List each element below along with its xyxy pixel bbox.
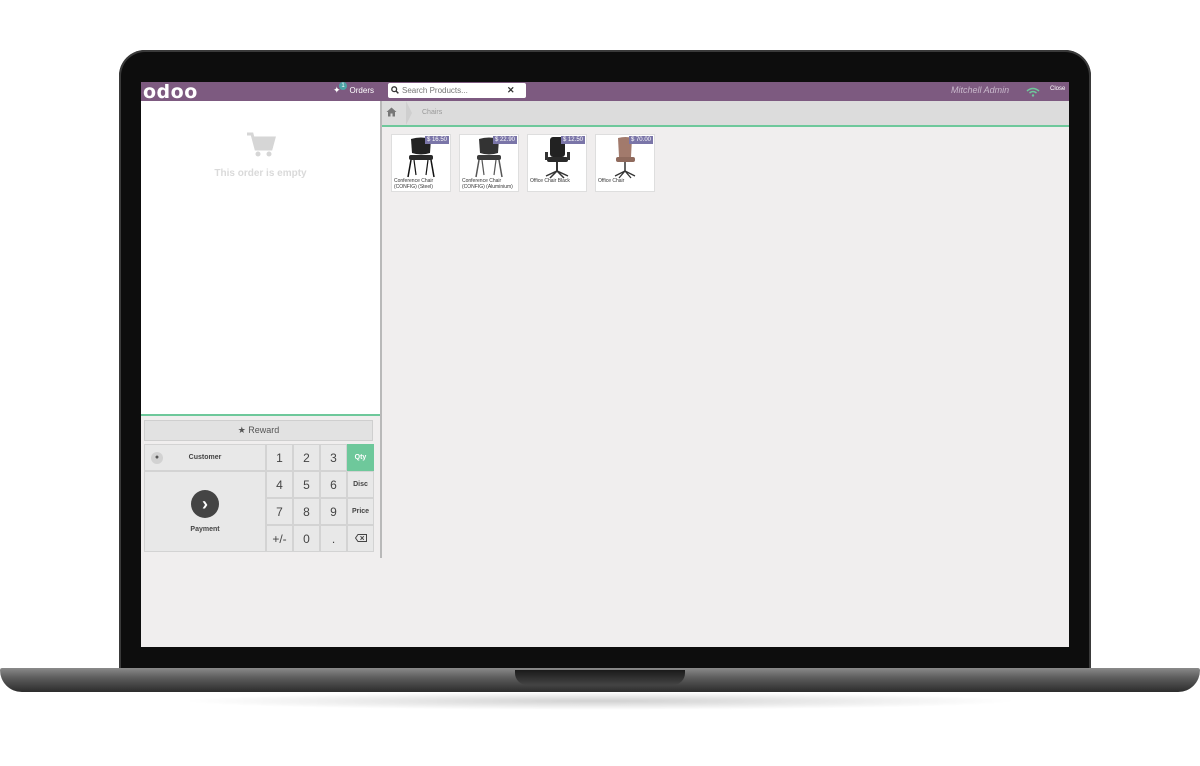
pos-header: odoo ✦ 1 Orders ✕ Mitchell Admin Close (141, 82, 1069, 103)
price-tag: $ 70.00 (628, 136, 653, 144)
customer-button[interactable]: ● Customer (144, 444, 266, 471)
backspace-button[interactable] (347, 525, 374, 552)
pos-screen: odoo ✦ 1 Orders ✕ Mitchell Admin Close T… (141, 82, 1069, 647)
product-card[interactable]: $ 12.50 Office Chair Black (527, 134, 587, 192)
reward-label: Reward (248, 425, 280, 435)
numpad-key-1[interactable]: 1 (266, 444, 293, 471)
numpad-key-4[interactable]: 4 (266, 471, 293, 498)
product-card[interactable]: $ 70.00 Office Chair (595, 134, 655, 192)
search-input[interactable] (402, 86, 507, 95)
odoo-logo: odoo (143, 82, 198, 103)
product-name: Office Chair (598, 178, 625, 184)
laptop-shadow (180, 692, 1020, 710)
payment-button[interactable]: › Payment (144, 471, 266, 552)
product-pane: Chairs $ 16.50 Conference Chair (CONFIG)… (382, 101, 1069, 647)
product-card[interactable]: $ 16.50 Conference Chair (CONFIG) (Steel… (391, 134, 451, 192)
payment-label: Payment (190, 526, 220, 533)
order-pane: This order is empty ★ Reward ● Customer … (141, 101, 382, 560)
orders-label: Orders (349, 86, 374, 95)
star-icon: ★ (237, 425, 246, 435)
breadcrumb: Chairs (382, 101, 1069, 127)
numpad-key-2[interactable]: 2 (293, 444, 320, 471)
user-name: Mitchell Admin (951, 85, 1010, 95)
empty-order: This order is empty (141, 131, 380, 179)
numpad-key-dot[interactable]: . (320, 525, 347, 552)
chevron-right-icon: › (191, 490, 219, 518)
breadcrumb-category[interactable]: Chairs (422, 109, 442, 116)
wifi-icon (1026, 84, 1040, 102)
orders-count-badge: 1 (339, 82, 347, 90)
price-tag: $ 16.50 (424, 136, 449, 144)
numpad-key-6[interactable]: 6 (320, 471, 347, 498)
customer-label: Customer (188, 454, 222, 461)
product-name: Conference Chair (CONFIG) (Steel) (394, 178, 434, 190)
control-panel: ★ Reward ● Customer › Payment 1 2 3 Qty … (141, 414, 380, 560)
numpad-key-3[interactable]: 3 (320, 444, 347, 471)
numpad-key-plusminus[interactable]: +/- (266, 525, 293, 552)
product-card[interactable]: $ 22.90 Conference Chair (CONFIG) (Alumi… (459, 134, 519, 192)
laptop-notch (515, 670, 685, 685)
qty-mode-button[interactable]: Qty (347, 444, 374, 471)
numpad-key-9[interactable]: 9 (320, 498, 347, 525)
backspace-icon (354, 533, 367, 544)
close-button[interactable]: Close (1050, 86, 1065, 92)
empty-order-text: This order is empty (214, 168, 307, 179)
numpad-key-0[interactable]: 0 (293, 525, 320, 552)
shopping-cart-icon (141, 131, 380, 164)
search-box: ✕ (388, 83, 526, 98)
search-icon (388, 85, 402, 96)
home-icon[interactable] (386, 107, 397, 120)
numpad-key-5[interactable]: 5 (293, 471, 320, 498)
product-name: Conference Chair (CONFIG) (Aluminium) (462, 178, 513, 190)
numpad-key-8[interactable]: 8 (293, 498, 320, 525)
user-icon: ● (151, 452, 163, 464)
orders-button[interactable]: ✦ 1 Orders (333, 82, 374, 96)
numpad-key-7[interactable]: 7 (266, 498, 293, 525)
disc-mode-button[interactable]: Disc (347, 471, 374, 498)
breadcrumb-separator (406, 101, 412, 125)
product-name: Office Chair Black (530, 178, 570, 184)
clear-search-icon[interactable]: ✕ (507, 85, 515, 96)
reward-button[interactable]: ★ Reward (144, 420, 373, 441)
price-tag: $ 22.90 (492, 136, 517, 144)
price-mode-button[interactable]: Price (347, 498, 374, 525)
price-tag: $ 12.50 (560, 136, 585, 144)
